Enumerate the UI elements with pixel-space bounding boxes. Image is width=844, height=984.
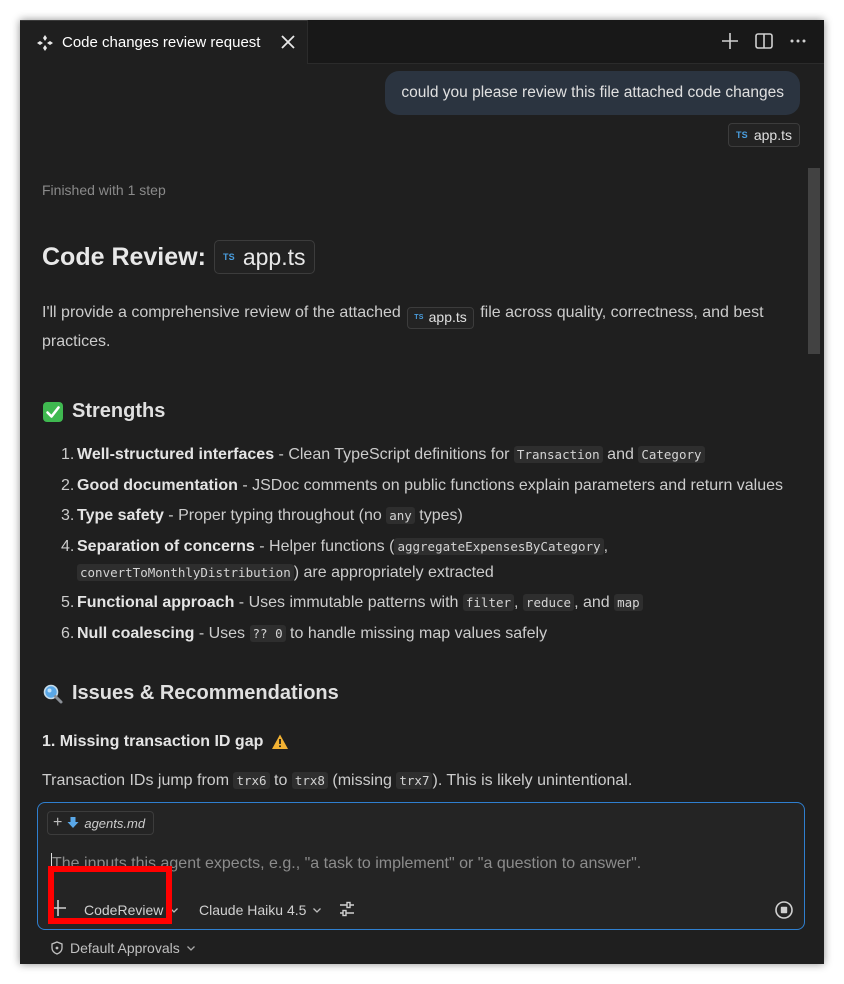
list-item: 5. Functional approach - Uses immutable p… xyxy=(61,590,802,616)
stop-icon[interactable] xyxy=(774,900,794,920)
issue-1-title: 1. Missing transaction ID gap xyxy=(42,733,289,751)
context-file-chip[interactable]: + agents.md xyxy=(47,811,155,835)
list-item: 2. Good documentation - JSDoc comments on… xyxy=(61,476,784,494)
typescript-file-icon: TS xyxy=(414,314,424,321)
response-status[interactable]: Finished with 1 step xyxy=(42,182,166,198)
add-attachment-plus-icon[interactable] xyxy=(49,899,67,917)
new-chat-plus-icon[interactable] xyxy=(720,31,740,51)
list-item: 4. Separation of concerns - Helper functi… xyxy=(61,537,609,581)
user-message-bubble: could you please review this file attach… xyxy=(385,71,800,115)
shield-icon xyxy=(50,941,64,955)
issues-heading: Issues & Recommendations xyxy=(42,682,339,705)
model-picker[interactable]: Claude Haiku 4.5 xyxy=(199,897,322,923)
intro-paragraph: I'll provide a comprehensive review of t… xyxy=(42,304,764,350)
approvals-picker[interactable]: Default Approvals xyxy=(50,940,196,956)
warning-icon xyxy=(271,733,289,751)
chat-window: Code changes review request could you pl… xyxy=(20,20,824,964)
user-message-text: could you please review this file attach… xyxy=(401,84,784,101)
issue-1-description: Transaction IDs jump from trx6 to trx8 (… xyxy=(42,772,633,789)
strengths-list: 1. Well-structured interfaces - Clean Typ… xyxy=(61,442,802,651)
markdown-download-icon xyxy=(66,816,80,830)
response-title: Code Review: TS app.ts xyxy=(42,240,315,274)
tab-title: Code changes review request xyxy=(62,34,261,51)
intro-file-chip[interactable]: TS app.ts xyxy=(407,306,474,329)
add-context-plus-icon[interactable]: + xyxy=(53,814,62,832)
list-item: 1. Well-structured interfaces - Clean Typ… xyxy=(61,442,802,468)
agent-picker[interactable]: CodeReview xyxy=(84,897,179,923)
attachment-name: app.ts xyxy=(753,127,792,143)
text-caret xyxy=(51,853,52,875)
input-toolbar: CodeReview Claude Haiku 4.5 xyxy=(38,895,806,925)
more-actions-icon[interactable] xyxy=(788,31,808,51)
tab-code-review[interactable]: Code changes review request xyxy=(20,20,308,64)
check-mark-icon xyxy=(42,401,64,423)
chevron-down-icon xyxy=(186,943,196,953)
close-icon[interactable] xyxy=(279,33,297,51)
list-item: 3. Type safety - Proper typing throughout… xyxy=(61,507,463,524)
chat-sparkle-icon xyxy=(36,34,54,52)
typescript-file-icon: TS xyxy=(222,252,235,262)
scrollbar-thumb[interactable] xyxy=(808,168,820,354)
strengths-heading: Strengths xyxy=(42,400,165,423)
magnifier-icon xyxy=(42,683,64,705)
user-attachment-chip[interactable]: TS app.ts xyxy=(727,123,800,147)
tools-settings-icon[interactable] xyxy=(338,900,356,918)
list-item: 6. Null coalescing - Uses ?? 0 to handle … xyxy=(61,624,548,642)
chevron-down-icon xyxy=(312,905,322,915)
split-editor-icon[interactable] xyxy=(754,31,774,51)
prompt-input[interactable] xyxy=(50,849,790,879)
typescript-file-icon: TS xyxy=(735,130,748,140)
chat-input-box: + agents.md CodeReview Claude Haiku 4.5 xyxy=(37,802,805,930)
title-file-chip[interactable]: TS app.ts xyxy=(213,240,315,274)
tab-bar: Code changes review request xyxy=(20,20,824,64)
chevron-down-icon xyxy=(169,905,179,915)
